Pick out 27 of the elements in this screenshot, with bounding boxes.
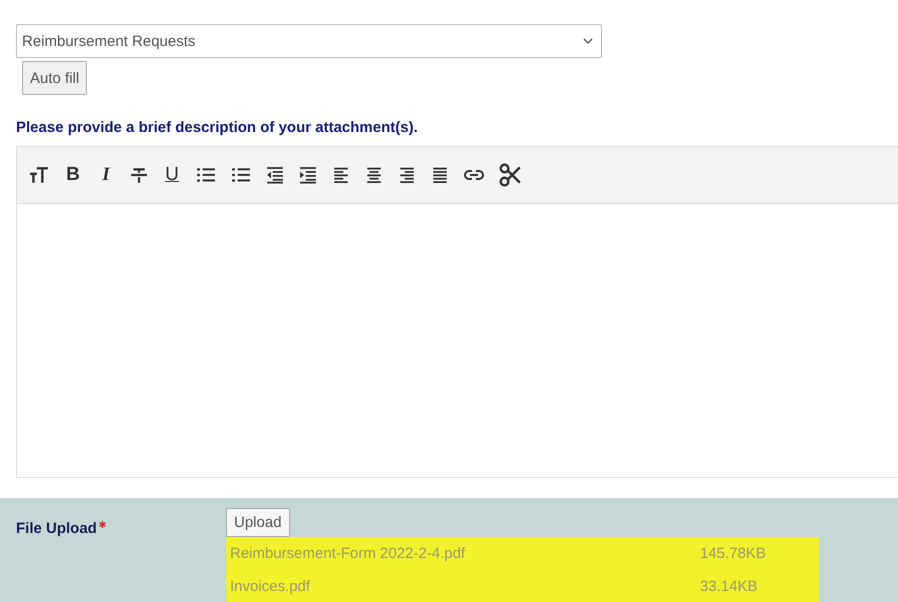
scissors-icon[interactable] xyxy=(499,163,521,187)
numbered-list-icon[interactable] xyxy=(231,166,251,184)
select-value: Reimbursement Requests xyxy=(22,32,196,50)
document-type-select[interactable]: Reimbursement Requests xyxy=(16,24,602,58)
italic-button[interactable]: I xyxy=(97,164,115,186)
file-size: 145.78KB xyxy=(700,545,766,562)
underline-button[interactable]: U xyxy=(163,164,181,186)
outdent-icon[interactable] xyxy=(266,166,284,184)
file-upload-label: File Upload xyxy=(16,520,97,537)
description-label: Please provide a brief description of your attachment(s). xyxy=(16,119,418,136)
file-size: 33.14KB xyxy=(700,578,758,595)
strikethrough-icon[interactable] xyxy=(130,166,148,184)
file-name: Invoices.pdf xyxy=(230,578,312,595)
auto-fill-button[interactable]: Auto fill xyxy=(22,61,88,95)
upload-button[interactable]: Upload xyxy=(226,508,290,537)
indent-icon[interactable] xyxy=(299,166,317,184)
justify-icon[interactable] xyxy=(431,166,449,184)
bullet-list-icon[interactable] xyxy=(196,166,216,184)
align-center-icon[interactable] xyxy=(365,166,383,184)
chevron-down-icon xyxy=(583,38,593,44)
link-icon[interactable] xyxy=(464,169,484,181)
file-name: Reimbursement-Form 2022-2-4.pdf xyxy=(230,545,466,562)
align-left-icon[interactable] xyxy=(332,166,350,184)
text-size-icon[interactable] xyxy=(29,166,49,184)
rich-text-editor[interactable]: B I U xyxy=(16,146,898,478)
align-right-icon[interactable] xyxy=(398,166,416,184)
bold-button[interactable]: B xyxy=(64,164,82,186)
